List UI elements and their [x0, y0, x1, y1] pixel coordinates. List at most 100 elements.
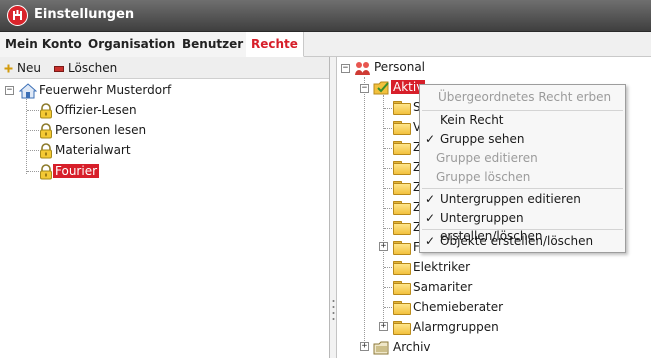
- check-icon: ✓: [425, 192, 436, 206]
- tree-line: [27, 150, 39, 151]
- house-icon: [18, 82, 38, 98]
- collapse-toggle[interactable]: −: [341, 64, 350, 73]
- tree-root-label: Personal: [374, 60, 426, 74]
- tree-item-label: Samariter: [413, 280, 473, 294]
- check-icon: ✓: [425, 211, 436, 225]
- tab-bar: Mein Konto Organisation Benutzer Rechte: [0, 32, 651, 57]
- tab-organisation[interactable]: Organisation: [83, 32, 182, 57]
- tree-item-samariter[interactable]: Samariter: [411, 278, 474, 296]
- menu-item-label: Kein Recht: [440, 113, 504, 127]
- tab-benutzer[interactable]: Benutzer: [177, 32, 250, 57]
- tree-item-label: Offizier-Lesen: [55, 103, 137, 117]
- new-label: Neu: [17, 61, 41, 75]
- tree-line: [27, 171, 39, 172]
- menu-item-label: Objekte erstellen/löschen: [440, 234, 594, 248]
- tree-item-personen-lesen[interactable]: Personen lesen: [39, 121, 148, 139]
- tree-item-label: Elektriker: [413, 260, 471, 274]
- tree-line: [384, 228, 392, 229]
- lock-icon: [40, 163, 52, 179]
- folder-icon: [393, 161, 411, 175]
- tree-item-offizier-lesen[interactable]: Offizier-Lesen: [39, 101, 139, 119]
- folder-icon: [393, 181, 411, 195]
- people-icon: [355, 61, 370, 75]
- menu-separator: [422, 188, 623, 189]
- tree-item-elektriker[interactable]: Elektriker: [411, 258, 472, 276]
- tree-line: [383, 95, 384, 327]
- folder-icon: [393, 281, 411, 295]
- title-bar: Einstellungen: [0, 0, 651, 32]
- lock-icon: [40, 102, 52, 118]
- folder-icon: [393, 221, 411, 235]
- tree-line: [384, 188, 392, 189]
- tree-line: [27, 110, 39, 111]
- tree-root-personal[interactable]: Personal: [354, 58, 427, 76]
- tree-line: [384, 128, 392, 129]
- folder-icon: [393, 101, 411, 115]
- menu-item-label: Untergruppen editieren: [440, 192, 581, 206]
- toolbar: Neu Löschen: [0, 57, 329, 79]
- tree-item-archiv[interactable]: Archiv: [373, 338, 433, 356]
- tree-item-fourier[interactable]: Fourier: [39, 162, 100, 180]
- menu-item-inherit[interactable]: Übergeordnetes Recht erben: [420, 88, 625, 106]
- tree-item-label: Chemieberater: [413, 300, 504, 314]
- menu-separator: [422, 229, 623, 230]
- menu-item-subgroups-create-delete[interactable]: ✓ Untergruppen erstellen/löschen: [420, 209, 625, 243]
- folder-icon: [393, 301, 411, 315]
- folder-icon: [393, 261, 411, 275]
- menu-item-group-view[interactable]: ✓ Gruppe sehen: [420, 130, 625, 148]
- tree-item-label: Archiv: [393, 340, 431, 354]
- tree-item-label: Materialwart: [55, 143, 131, 157]
- folder-icon: [393, 321, 411, 335]
- menu-item-objects-create-delete[interactable]: ✓ Objekte erstellen/löschen: [420, 232, 625, 250]
- tree-root-label: Feuerwehr Musterdorf: [39, 83, 172, 97]
- tree-item-label-selected: Fourier: [53, 164, 100, 178]
- tree-item-chemieberater[interactable]: Chemieberater: [411, 298, 505, 316]
- rights-list-panel: Neu Löschen − Feuerwehr Musterdorf Offiz…: [0, 57, 330, 358]
- tree-line: [384, 287, 392, 288]
- check-icon: ✓: [425, 234, 436, 248]
- tree-item-aktiv[interactable]: Aktiv: [373, 78, 426, 96]
- lock-icon: [40, 142, 52, 158]
- menu-item-label: Übergeordnetes Recht erben: [438, 90, 612, 104]
- tree-item-label: Alarmgruppen: [413, 320, 499, 334]
- folder-icon: [393, 121, 411, 135]
- check-icon: ✓: [425, 132, 436, 146]
- tree-line: [364, 77, 365, 347]
- menu-item-label: Gruppe löschen: [436, 170, 531, 184]
- expand-toggle[interactable]: +: [379, 322, 388, 331]
- tree-line: [384, 267, 392, 268]
- tree-item-alarmgruppen[interactable]: Alarmgruppen: [411, 318, 501, 336]
- expand-toggle[interactable]: +: [360, 342, 369, 351]
- tree-item-materialwart[interactable]: Materialwart: [39, 141, 133, 159]
- collapse-toggle[interactable]: −: [360, 84, 369, 93]
- panel-splitter[interactable]: [330, 57, 337, 358]
- tree-line: [384, 208, 392, 209]
- tree-line: [384, 168, 392, 169]
- check-folder-icon: [373, 81, 389, 94]
- window-title: Einstellungen: [34, 7, 135, 22]
- archive-icon: [373, 341, 389, 354]
- menu-item-group-edit[interactable]: Gruppe editieren: [420, 149, 625, 167]
- delete-icon: [54, 65, 64, 72]
- menu-item-group-delete[interactable]: Gruppe löschen: [420, 168, 625, 186]
- folder-icon: [393, 241, 411, 255]
- tab-rechte[interactable]: Rechte: [246, 32, 304, 57]
- tree-line: [384, 148, 392, 149]
- tree-root-feuerwehr[interactable]: Feuerwehr Musterdorf: [18, 81, 173, 99]
- new-button[interactable]: Neu: [4, 60, 41, 76]
- menu-item-label: Gruppe editieren: [436, 151, 538, 165]
- delete-label: Löschen: [68, 61, 118, 75]
- splitter-grip-icon: [332, 300, 335, 320]
- lock-icon: [40, 122, 52, 138]
- tree-item-label: Personen lesen: [55, 123, 147, 137]
- tab-mein-konto[interactable]: Mein Konto: [0, 32, 88, 57]
- expand-toggle[interactable]: +: [379, 242, 388, 251]
- menu-item-no-right[interactable]: Kein Recht: [420, 111, 625, 129]
- folder-icon: [393, 201, 411, 215]
- permissions-context-menu: Übergeordnetes Recht erben Kein Recht ✓ …: [419, 84, 626, 253]
- collapse-toggle[interactable]: −: [5, 86, 14, 95]
- tree-line: [384, 108, 392, 109]
- folder-icon: [393, 141, 411, 155]
- delete-button[interactable]: Löschen: [54, 60, 117, 76]
- menu-item-subgroups-edit[interactable]: ✓ Untergruppen editieren: [420, 190, 625, 208]
